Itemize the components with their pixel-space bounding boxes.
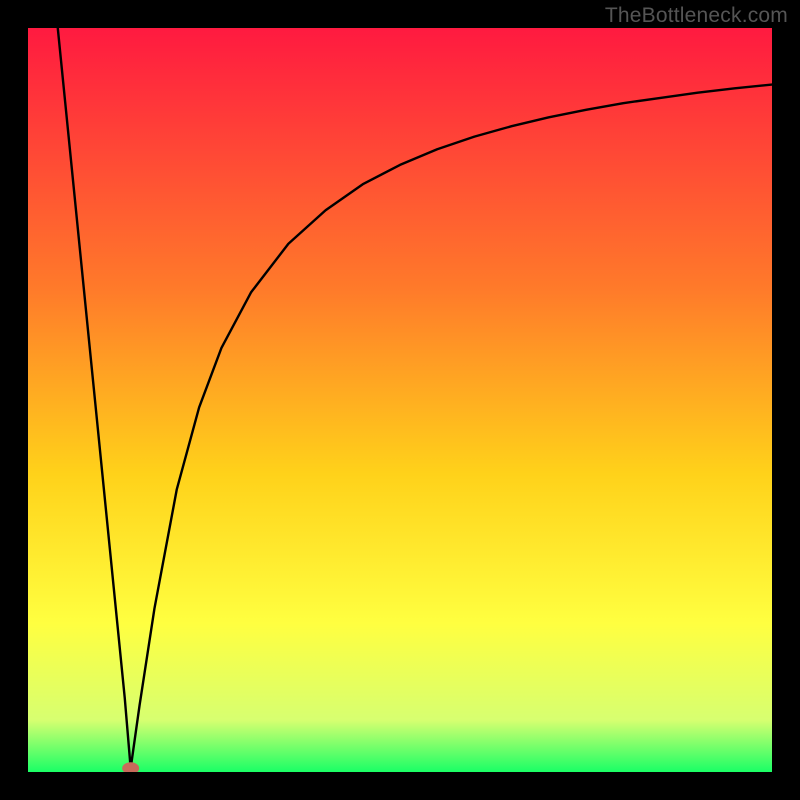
plot-area	[28, 28, 772, 772]
minimum-marker	[123, 763, 139, 772]
chart-frame: TheBottleneck.com	[0, 0, 800, 800]
watermark-text: TheBottleneck.com	[605, 4, 788, 28]
gradient-background	[28, 28, 772, 772]
